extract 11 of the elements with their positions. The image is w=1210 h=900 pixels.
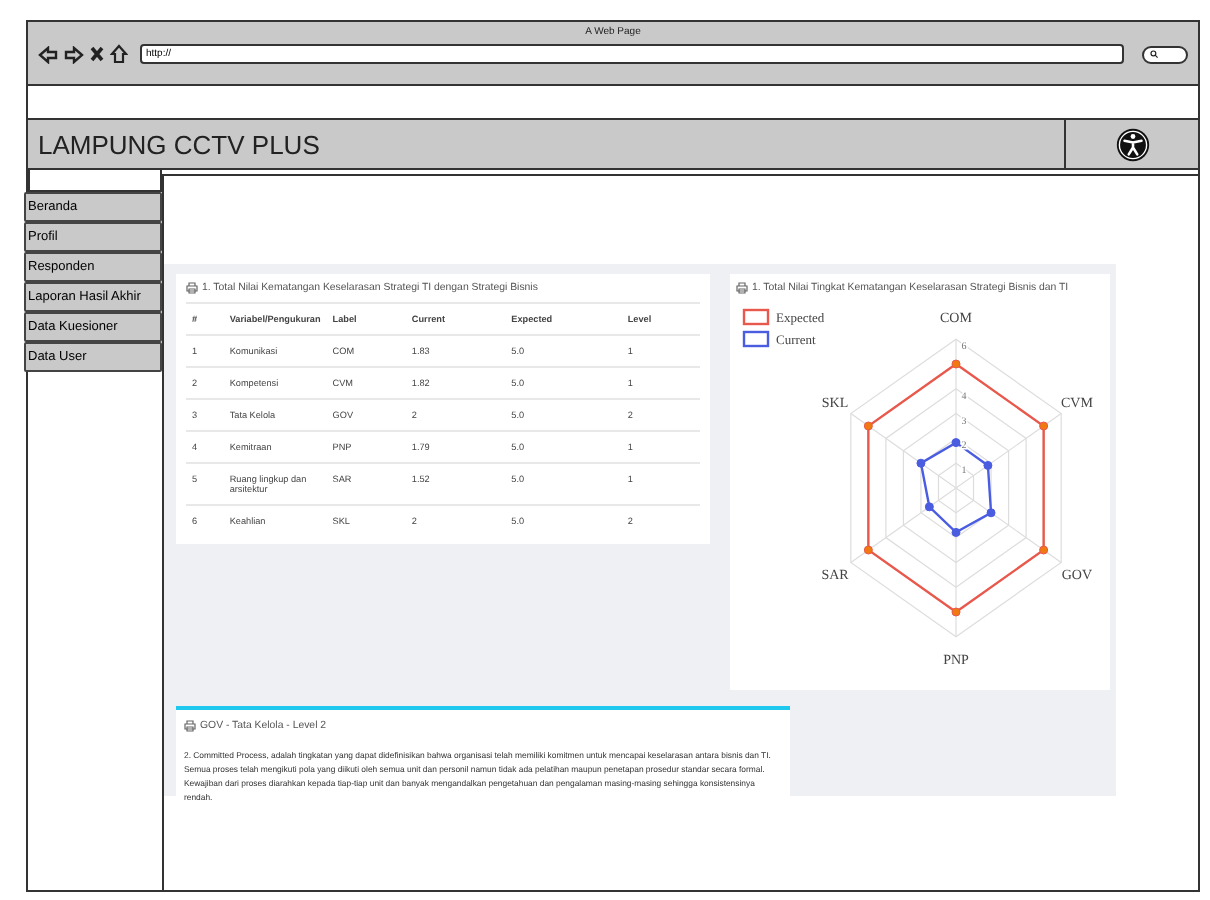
forward-icon[interactable] [64,45,84,63]
search-field[interactable] [1142,45,1188,63]
back-icon[interactable] [38,45,58,63]
search-icon [1150,50,1158,58]
home-icon[interactable] [110,44,128,64]
accessibility-icon[interactable] [1115,127,1149,161]
print-icon [186,282,198,294]
close-icon[interactable] [90,46,104,62]
print-icon [184,720,196,732]
site-title: LAMPUNG CCTV PLUS [36,129,322,159]
print-icon [736,282,748,294]
